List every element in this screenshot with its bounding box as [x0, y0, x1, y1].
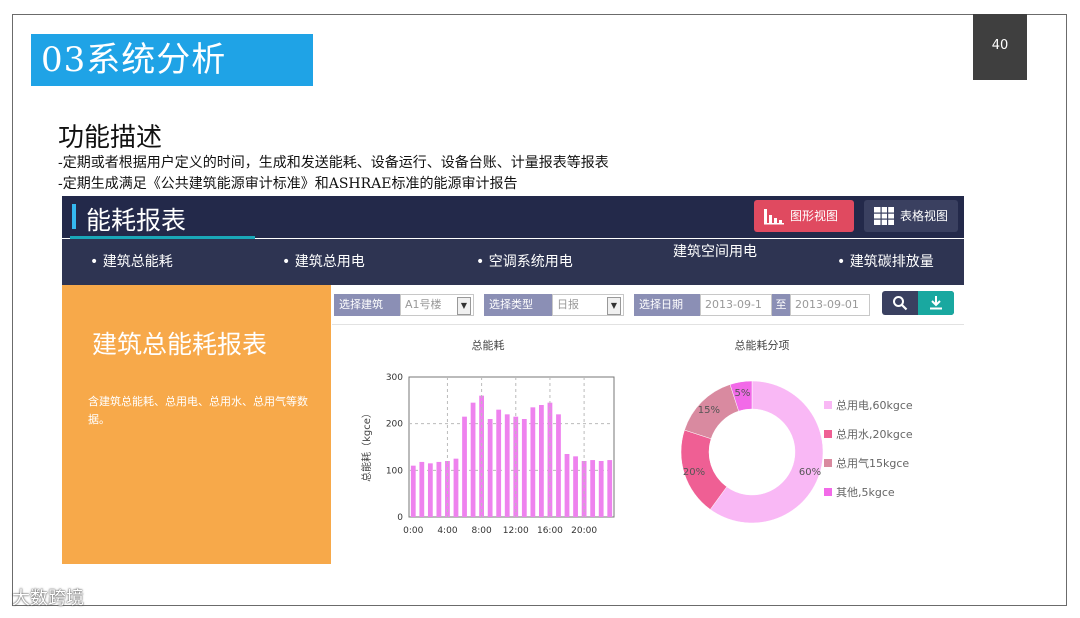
app-title: 能耗报表 — [86, 206, 187, 235]
description-line-2: -定期生成满足《公共建筑能源审计标准》和ASHRAE标准的能源审计报告 — [58, 176, 518, 192]
bar — [573, 456, 578, 517]
bar — [453, 458, 459, 517]
bar — [462, 416, 467, 517]
nav-total-electricity[interactable]: • 建筑总用电 — [282, 239, 365, 285]
bar — [496, 409, 502, 517]
slide-title: 03系统分析 — [31, 34, 313, 86]
bar — [504, 414, 510, 517]
x-tick-label: 12:00 — [503, 526, 529, 536]
energy-report-app: 能耗报表 图形视图 表格视图 • 建筑总能耗 • 建筑总用电 • 空调系统用电 … — [62, 196, 964, 564]
legend-swatch — [824, 430, 832, 438]
building-value: A1号楼 — [405, 298, 442, 311]
bar — [410, 465, 416, 517]
bar — [556, 414, 561, 517]
x-tick-label: 0:00 — [403, 526, 423, 536]
title-accent-bar — [72, 204, 76, 229]
watermark: 大数跨境 — [12, 588, 84, 609]
bar — [487, 419, 493, 517]
building-select[interactable]: A1号楼 ▼ — [400, 294, 474, 316]
table-view-label: 表格视图 — [900, 209, 949, 223]
type-value: 日报 — [557, 298, 579, 311]
report-side-panel: 建筑总能耗报表 含建筑总能耗、总用电、总用水、总用气等数据。 — [62, 285, 331, 564]
date-start-input[interactable]: 2013-09-1 — [700, 294, 772, 316]
y-tick-label: 0 — [397, 513, 403, 523]
slice-percent-label: 20% — [683, 467, 705, 478]
nav-carbon-emission[interactable]: • 建筑碳排放量 — [837, 239, 934, 285]
bar — [539, 405, 544, 517]
bar-chart-icon — [764, 209, 784, 225]
bar — [564, 454, 570, 517]
slice-percent-label: 15% — [698, 405, 720, 416]
page-number: 40 — [973, 14, 1027, 80]
legend-label: 总用电,60kgce — [836, 398, 913, 412]
legend-swatch — [824, 459, 832, 467]
bar — [590, 460, 596, 517]
app-header: 能耗报表 图形视图 表格视图 — [62, 196, 964, 238]
y-tick-label: 300 — [386, 373, 403, 383]
nav-total-energy[interactable]: • 建筑总能耗 — [90, 239, 173, 285]
donut-chart-title: 总能耗分项 — [735, 338, 790, 352]
bar-chart: 0 100 200 300 0:00 4:00 8:00 12:00 16:00 20:00 — [386, 373, 615, 536]
chart-view-label: 图形视图 — [790, 209, 839, 223]
legend-label: 其他,5kgce — [836, 486, 895, 499]
date-separator: 至 — [772, 294, 790, 316]
charts-area: 总能耗 总能耗（kgce） 0 100 200 300 0:00 4:00 8:00 12:0… — [332, 324, 964, 564]
bar — [598, 461, 604, 517]
chevron-down-icon: ▼ — [457, 297, 471, 315]
x-tick-label: 8:00 — [471, 526, 491, 536]
type-label: 选择类型 — [484, 294, 552, 316]
date-label: 选择日期 — [634, 294, 700, 316]
bar-chart-title: 总能耗 — [472, 338, 505, 352]
nav-hvac-electricity[interactable]: • 空调系统用电 — [476, 239, 573, 285]
side-panel-title: 建筑总能耗报表 — [92, 330, 268, 359]
description-line-1: -定期或者根据用户定义的时间，生成和发送能耗、设备运行、设备台账、计量报表等报表 — [58, 155, 609, 171]
charts-svg: 总能耗 总能耗（kgce） 0 100 200 300 0:00 4:00 8:00 12:0… — [360, 338, 913, 536]
slice-percent-label: 60% — [799, 467, 821, 478]
bar — [470, 402, 476, 517]
bar — [419, 461, 425, 517]
bar — [436, 461, 442, 517]
type-select[interactable]: 日报 ▼ — [552, 294, 624, 316]
nav-space-electricity[interactable]: 建筑空间用电 — [673, 229, 757, 275]
y-tick-label: 200 — [386, 420, 403, 430]
bar — [530, 407, 536, 517]
side-panel-text: 含建筑总能耗、总用电、总用水、总用气等数据。 — [88, 395, 308, 426]
table-view-button[interactable]: 表格视图 — [864, 200, 958, 232]
donut-chart: 60% 20% 15% 5% — [680, 380, 824, 524]
report-nav: • 建筑总能耗 • 建筑总用电 • 空调系统用电 建筑空间用电 • 建筑碳排放量 — [62, 239, 964, 285]
legend-label: 总用水,20kgce — [836, 427, 913, 441]
legend-swatch — [824, 401, 832, 409]
building-label: 选择建筑 — [334, 294, 400, 316]
bar — [521, 419, 527, 517]
slice-percent-label: 5% — [735, 388, 751, 399]
donut-legend: 总用电,60kgce 总用水,20kgce 总用气15kgce 其他,5kgce — [824, 398, 913, 499]
legend-label: 总用气15kgce — [836, 456, 909, 470]
x-tick-label: 16:00 — [537, 526, 563, 536]
download-icon — [930, 296, 942, 310]
grid-icon — [874, 207, 894, 225]
legend-swatch — [824, 488, 832, 496]
filter-bar: 选择建筑 A1号楼 ▼ 选择类型 日报 ▼ 选择日期 2013-09-1 至 2… — [334, 291, 964, 316]
x-tick-label: 4:00 — [437, 526, 457, 536]
bar-chart-ylabel: 总能耗（kgce） — [360, 408, 373, 482]
section-heading: 功能描述 — [58, 123, 163, 153]
search-icon[interactable] — [892, 295, 908, 311]
x-tick-label: 20:00 — [571, 526, 597, 536]
search-download-group — [882, 291, 954, 315]
chart-view-button[interactable]: 图形视图 — [754, 200, 854, 232]
bar — [427, 463, 433, 517]
chevron-down-icon: ▼ — [607, 297, 621, 315]
date-end-input[interactable]: 2013-09-01 — [790, 294, 870, 316]
bar — [607, 460, 613, 517]
y-tick-label: 100 — [386, 466, 403, 476]
download-button[interactable] — [918, 291, 954, 315]
